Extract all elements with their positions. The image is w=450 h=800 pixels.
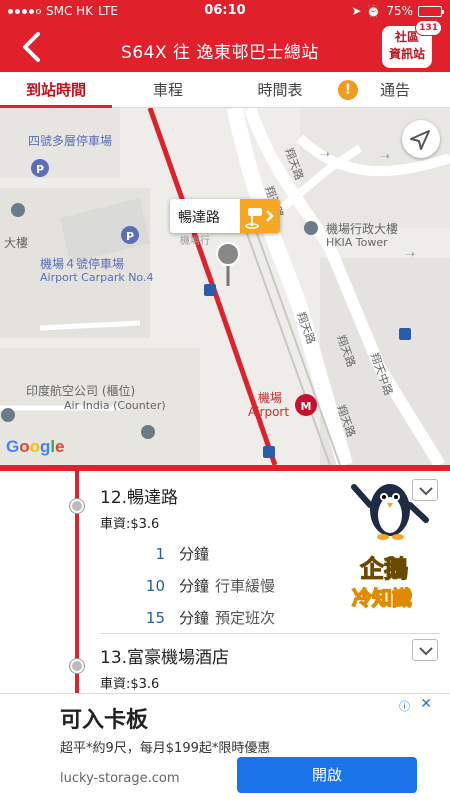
status-bar: SMC HK LTE 06:10 ➤ ⏰ 75% [0,0,450,22]
penguin-icon: 企鵝 冷知識 [351,484,429,611]
svg-text:P: P [36,163,44,176]
back-arrow-icon[interactable] [18,30,48,64]
callout-stop-name: 暢達路 [178,210,220,226]
app-header: SMC HK LTE 06:10 ➤ ⏰ 75% S64X 往 逸東邨巴士總站 … [0,0,450,72]
eta-minutes: 15 [145,609,165,627]
eta-unit: 分鐘 [179,545,210,563]
map-label-airport-zh: 機場 [258,391,283,405]
mascot-line2: 冷知識 [352,586,412,610]
expand-button[interactable] [412,639,438,661]
stop-fare: 車資:$3.6 [100,517,160,532]
community-label-line2: 資訊站 [388,47,425,61]
svg-text:➝: ➝ [405,247,415,261]
callout-go-button[interactable] [240,199,280,233]
ad-close-icon[interactable]: ✕ [420,696,432,712]
parking-pin-2: P [121,226,139,244]
map-label-carpark-multistorey: 四號多層停車場 [28,134,113,148]
ad-info-icon[interactable]: ⓘ [399,698,410,714]
tab-bar: 到站時間 車程 時間表 通告 [0,72,450,108]
tab-timetable[interactable]: 時間表 [224,72,336,108]
ad-banner[interactable]: 可入卡板 超平*約9尺，每月$199起*限時優惠 lucky-storage.c… [0,693,450,800]
map-label-carpark4-zh: 機場４號停車場 [40,257,125,271]
eta-unit: 分鐘 [179,577,210,595]
tab-journey[interactable]: 車程 [112,72,224,108]
google-logo: Google [6,437,65,456]
stop-fare: 車資:$3.6 [100,677,160,692]
signpost-icon [245,208,274,229]
eta-row: 10 分鐘 行車緩慢 [120,575,275,596]
map-label-air-india-zh: 印度航空公司 (櫃位) [26,384,136,398]
battery-icon [418,5,444,17]
eta-row: 15 分鐘 預定班次 [120,607,275,628]
tab-notices[interactable]: 通告 [360,72,430,108]
eta-note: 預定班次 [215,609,276,627]
map-label-obscured: 機場行 [180,236,210,247]
stop-dot [70,659,84,673]
map-label-building: 大樓 [4,236,29,250]
stop-name[interactable]: 12.暢達路 [100,483,178,508]
alarm-icon: ⏰ [366,4,382,18]
ad-open-button[interactable]: 開啟 [237,757,417,793]
penguin-trivia-button[interactable]: 企鵝 冷知識 [348,465,443,625]
ad-subtext: 超平*約9尺，每月$199起*限時優惠 [60,741,271,756]
location-arrow-icon [410,130,430,150]
map-label-air-india-en: Air India (Counter) [64,399,166,412]
stop-name[interactable]: 13.富豪機場酒店 [100,643,229,668]
map-label-airport-en: Airport [248,405,290,419]
svg-text:➝: ➝ [380,149,390,163]
location-icon: ➤ [351,4,362,18]
tab-arrival-time[interactable]: 到站時間 [0,72,112,108]
svg-text:M: M [301,400,312,413]
community-info-button[interactable]: 社區 資訊站 131 [382,20,442,68]
status-right: ➤ ⏰ 75% [351,4,444,18]
map-label-admin-building-zh: 機場行政大樓 [326,222,399,236]
parking-pin-1: P [31,159,49,177]
eta-note: 行車緩慢 [215,577,276,595]
warning-icon[interactable]: ! [338,80,358,100]
row-separator [100,633,440,634]
ad-headline: 可入卡板 [60,708,149,733]
eta-unit: 分鐘 [179,609,210,627]
mascot-line1: 企鵝 [360,555,408,583]
eta-minutes: 1 [155,545,165,563]
stop-dot [70,499,84,513]
compass-button[interactable] [402,120,440,158]
notification-badge: 131 [415,20,442,36]
stop-callout[interactable]: 暢達路 [170,199,280,233]
map-label-carpark4-en: Airport Carpark No.4 [40,271,154,284]
svg-text:P: P [126,230,134,243]
eta-row: 1 分鐘 [120,543,215,564]
map-label-admin-building-en: HKIA Tower [326,236,388,249]
eta-minutes: 10 [145,577,165,595]
svg-text:➝: ➝ [320,147,330,161]
route-map[interactable]: P P M ➝ ➝ ➝ 四號多層停車場 機場４號停車場 Airport Carp… [0,108,450,465]
ad-url: lucky-storage.com [60,771,180,786]
chevron-down-icon [419,647,433,656]
battery-percent: 75% [386,4,413,18]
route-title: S64X 往 逸東邨巴士總站 [121,43,319,63]
